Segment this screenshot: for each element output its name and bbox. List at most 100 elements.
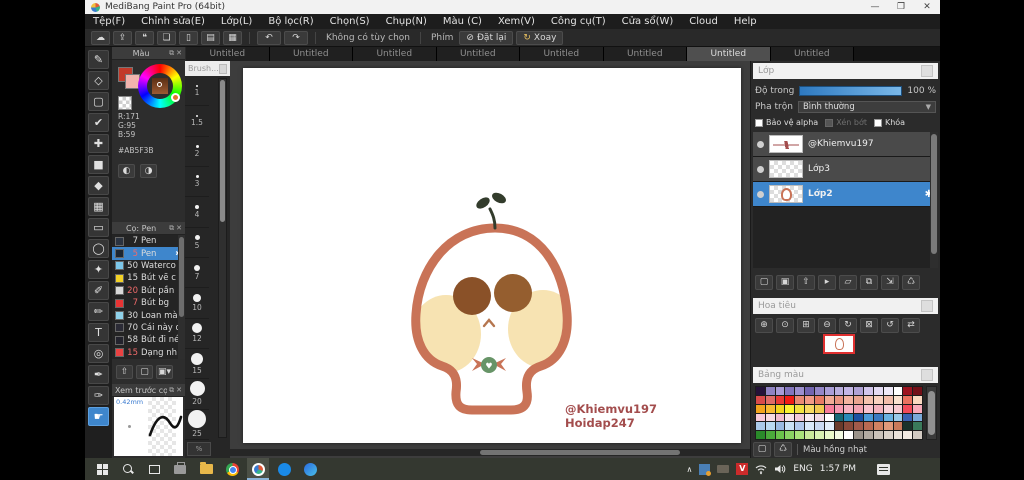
add-brush-menu-icon[interactable]: ▣▾: [156, 365, 173, 379]
palette-swatch[interactable]: [834, 404, 844, 413]
marquee-select-tool[interactable]: ▭: [88, 218, 109, 237]
color-wheel[interactable]: [138, 64, 182, 108]
palette-swatch[interactable]: [864, 395, 873, 404]
document-tab-4[interactable]: Untitled: [520, 47, 604, 61]
menu-item-7[interactable]: Xem(V): [490, 14, 543, 29]
delete-layer-icon[interactable]: ♺: [902, 275, 920, 290]
palette-swatch[interactable]: [805, 422, 814, 431]
close-icon[interactable]: ✕: [176, 224, 182, 232]
rotate-button[interactable]: ↻ Xoay: [516, 30, 564, 45]
palette-swatch[interactable]: [765, 413, 775, 422]
palette-swatch[interactable]: [844, 387, 854, 395]
palette-swatch[interactable]: [814, 387, 824, 395]
checkbox-0[interactable]: Bảo vệ alpha: [755, 118, 818, 127]
minimize-button[interactable]: —: [862, 0, 888, 14]
action-center-icon[interactable]: [877, 463, 890, 475]
palette-swatch[interactable]: [854, 431, 864, 439]
redo-button[interactable]: ↷: [284, 30, 308, 45]
palette-swatch[interactable]: [814, 413, 824, 422]
palette-swatch[interactable]: [824, 404, 834, 413]
tray-app-icon[interactable]: [699, 463, 712, 476]
flip-icon[interactable]: ⇄: [902, 318, 920, 333]
palette-swatch[interactable]: [795, 431, 805, 439]
palette-swatch[interactable]: [775, 395, 785, 404]
rotate-cw-icon[interactable]: ↻: [839, 318, 857, 333]
magic-wand-tool[interactable]: ✦: [88, 260, 109, 279]
palette-swatch[interactable]: [834, 422, 844, 431]
palette-swatch[interactable]: [903, 431, 913, 439]
text-tool[interactable]: T: [88, 323, 109, 342]
layer-list-scrollbar[interactable]: [930, 132, 938, 268]
panel-button[interactable]: [921, 65, 933, 77]
palette-swatch[interactable]: [913, 395, 922, 404]
palette-swatch[interactable]: [805, 387, 814, 395]
search-button[interactable]: [117, 458, 139, 480]
palette-swatch[interactable]: [873, 431, 883, 439]
palette-swatch[interactable]: [814, 431, 824, 439]
palette-swatch[interactable]: [775, 413, 785, 422]
shape-tool[interactable]: ▢: [88, 92, 109, 111]
palette-swatch[interactable]: [756, 387, 765, 395]
dot-pen-tool[interactable]: ✔: [88, 113, 109, 132]
eraser-tool[interactable]: ◇: [88, 71, 109, 90]
palette-swatch[interactable]: [795, 422, 805, 431]
palette-swatch[interactable]: [913, 413, 922, 422]
brush-item-6[interactable]: 30 Loan mà: [112, 309, 185, 321]
brush-item-7[interactable]: 70 Cái này đ: [112, 322, 185, 334]
palette-swatch[interactable]: [805, 404, 814, 413]
brush-size-item-0[interactable]: 1: [185, 76, 209, 107]
rotate-ccw-icon[interactable]: ↺: [881, 318, 899, 333]
palette-swatch[interactable]: [834, 413, 844, 422]
brush-item-8[interactable]: 58 Bút đi né: [112, 334, 185, 346]
panel-button[interactable]: [218, 63, 227, 74]
color-mode-button[interactable]: ◑: [140, 164, 157, 178]
palette-scrollbar[interactable]: [926, 386, 937, 440]
menu-item-2[interactable]: Lớp(L): [213, 14, 260, 29]
maximize-button[interactable]: ❐: [888, 0, 914, 14]
palette-swatch[interactable]: [765, 387, 775, 395]
messenger-app[interactable]: [299, 458, 321, 480]
canvas-horizontal-scrollbar[interactable]: [230, 449, 750, 456]
palette-swatch[interactable]: [795, 413, 805, 422]
palette-swatch[interactable]: [903, 413, 913, 422]
palette-swatch[interactable]: [893, 431, 903, 439]
fill-rect-tool[interactable]: ■: [88, 155, 109, 174]
store-app[interactable]: [169, 458, 191, 480]
palette-swatch[interactable]: [814, 422, 824, 431]
close-button[interactable]: ✕: [914, 0, 940, 14]
speaker-icon[interactable]: [774, 463, 786, 475]
layer-visibility-icon[interactable]: [757, 165, 764, 173]
div-tool[interactable]: ✑: [88, 386, 109, 405]
palette-swatch[interactable]: [893, 387, 903, 395]
canvas-area[interactable]: ♥ @Khiemvu197 Hoidap247: [230, 61, 750, 458]
palette-swatch[interactable]: [814, 404, 824, 413]
palette-swatch[interactable]: [903, 404, 913, 413]
palette-swatch[interactable]: [775, 404, 785, 413]
folder-icon[interactable]: ▱: [839, 275, 857, 290]
palette-swatch[interactable]: [756, 404, 765, 413]
comment-icon[interactable]: ❝: [135, 30, 154, 45]
document-tab-0[interactable]: Untitled: [186, 47, 270, 61]
palette-swatch[interactable]: [785, 387, 795, 395]
palette-swatch[interactable]: [913, 404, 922, 413]
brush-size-item-4[interactable]: 4: [185, 197, 209, 228]
palette-swatch[interactable]: [824, 431, 834, 439]
document-tab-1[interactable]: Untitled: [269, 47, 353, 61]
brush-list-scrollbar[interactable]: [178, 235, 185, 359]
menu-item-5[interactable]: Chụp(N): [378, 14, 435, 29]
palette-swatch[interactable]: [893, 404, 903, 413]
task-view-button[interactable]: [143, 458, 165, 480]
document-tab-6[interactable]: Untitled: [687, 47, 771, 61]
palette-swatch[interactable]: [834, 431, 844, 439]
palette-mode-button[interactable]: ◐: [118, 164, 135, 178]
list-icon[interactable]: ▤: [201, 30, 220, 45]
undo-button[interactable]: ↶: [257, 30, 281, 45]
reset-view-icon[interactable]: ⊠: [860, 318, 878, 333]
brush-item-9[interactable]: 15 Dạng nh: [112, 347, 185, 359]
brush-size-item-5[interactable]: 5: [185, 228, 209, 258]
zoom-in-icon[interactable]: ⊕: [755, 318, 773, 333]
palette-swatch[interactable]: [854, 413, 864, 422]
checkbox-1[interactable]: Xén bớt: [825, 118, 867, 127]
layer-visibility-icon[interactable]: [757, 190, 764, 198]
brush-item-5[interactable]: 7 Bút bg: [112, 297, 185, 309]
